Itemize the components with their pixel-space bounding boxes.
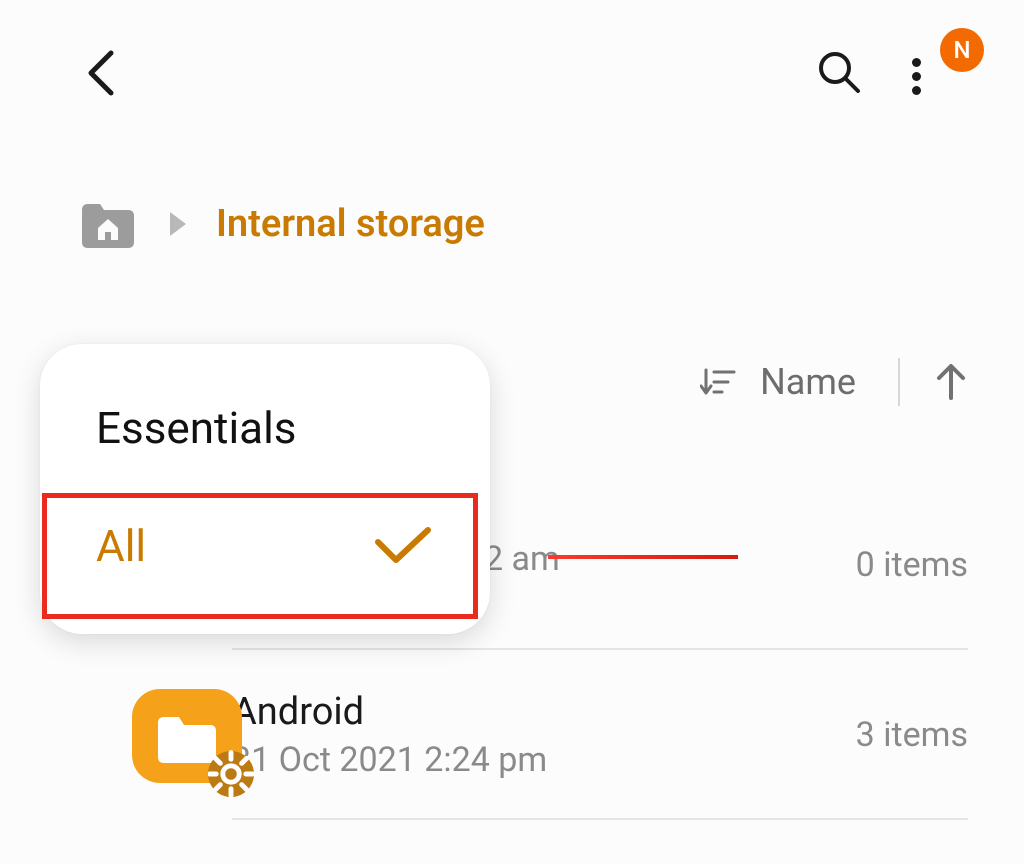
- sort-direction-button[interactable]: [934, 362, 968, 402]
- selected-check: [374, 526, 434, 566]
- search-button[interactable]: [809, 42, 869, 102]
- filter-option-label: Essentials: [96, 402, 297, 454]
- row-divider: [232, 818, 968, 820]
- more-vertical-icon: [912, 58, 921, 67]
- sort-icon: [700, 364, 736, 400]
- item-count: 0 items: [856, 545, 968, 585]
- breadcrumb: Internal storage: [78, 198, 485, 250]
- file-name: Android: [232, 690, 547, 734]
- file-date: 31 Oct 2021 2:24 pm: [232, 740, 547, 780]
- search-icon: [816, 49, 862, 95]
- check-icon: [374, 526, 432, 566]
- sort-button[interactable]: [700, 364, 736, 400]
- top-bar: N: [0, 0, 1024, 110]
- filter-option-all[interactable]: All: [40, 480, 490, 614]
- sort-label[interactable]: Name: [760, 361, 856, 403]
- gear-icon: [208, 722, 254, 826]
- file-row[interactable]: Android 31 Oct 2021 2:24 pm 3 items: [62, 660, 968, 810]
- sort-controls: Name: [700, 358, 968, 406]
- breadcrumb-current[interactable]: Internal storage: [216, 202, 485, 246]
- avatar-initial: N: [953, 36, 970, 64]
- file-row-partial-time: 2 am: [484, 539, 560, 579]
- more-options-button[interactable]: [896, 46, 936, 106]
- chevron-left-icon: [85, 49, 115, 97]
- breadcrumb-separator-icon: [170, 212, 186, 236]
- home-folder-icon: [78, 198, 138, 250]
- filter-option-label: All: [96, 520, 146, 572]
- filter-dropdown: Essentials All: [40, 344, 490, 634]
- item-count: 3 items: [856, 715, 968, 755]
- back-button[interactable]: [75, 48, 125, 98]
- breadcrumb-home[interactable]: [78, 198, 138, 250]
- folder-thumbnail: [122, 675, 252, 795]
- divider: [898, 358, 900, 406]
- system-folder-badge: [208, 751, 254, 797]
- avatar[interactable]: N: [940, 28, 984, 72]
- filter-option-essentials[interactable]: Essentials: [40, 378, 490, 480]
- file-row-text: Android 31 Oct 2021 2:24 pm: [232, 690, 547, 780]
- row-divider: [232, 648, 968, 650]
- arrow-up-icon: [934, 362, 968, 402]
